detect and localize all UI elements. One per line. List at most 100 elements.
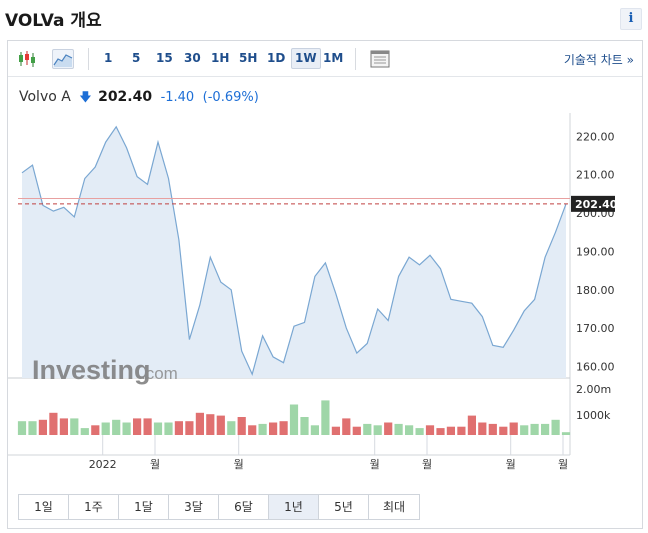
volume-bar <box>279 421 288 435</box>
y-tick-label: 170.00 <box>576 322 615 335</box>
volume-bar <box>185 421 194 435</box>
y-tick-label: 210.00 <box>576 169 615 182</box>
y-tick-label: 180.00 <box>576 284 615 297</box>
volume-bar <box>446 426 455 435</box>
volume-bar <box>38 419 47 435</box>
price-change: -1.40 <box>160 90 195 105</box>
interval-1[interactable]: 1 <box>101 48 115 69</box>
interval-1w[interactable]: 1W <box>291 48 321 69</box>
technical-chart-link[interactable]: 기술적 차트 » <box>564 51 634 68</box>
x-tick-label: 2022 <box>89 458 117 471</box>
watermark-suffix: .com <box>141 364 178 383</box>
volume-bar <box>91 425 100 435</box>
volume-bar <box>478 422 487 435</box>
x-tick-label: 월 <box>234 458 244 471</box>
interval-1m[interactable]: 1M <box>320 48 346 69</box>
volume-bar <box>541 423 550 435</box>
volume-bar <box>49 412 58 435</box>
volume-bar <box>101 422 110 435</box>
x-tick-label: 월 <box>370 458 380 471</box>
interval-5[interactable]: 5 <box>129 48 143 69</box>
price-chart[interactable]: Investing.com 220.00210.00200.00190.0018… <box>8 113 642 489</box>
x-tick-label: 월 <box>422 458 432 471</box>
volume-bar <box>122 422 131 435</box>
volume-bar <box>28 421 37 435</box>
price-change-percent: (-0.69%) <box>202 90 259 105</box>
volume-bar <box>153 422 163 435</box>
range-1m[interactable]: 1달 <box>119 495 169 519</box>
volume-bar <box>195 412 204 435</box>
volume-bar <box>551 419 560 435</box>
volume-bar <box>237 417 246 435</box>
y-tick-label: 190.00 <box>576 245 615 258</box>
interval-1d[interactable]: 1D <box>264 48 288 69</box>
watermark-text: Investing <box>32 355 151 385</box>
range-6m[interactable]: 6달 <box>219 495 269 519</box>
page-title: VOLVa 개요 <box>5 11 102 31</box>
volume-bar <box>206 414 215 435</box>
volume-bar <box>499 426 508 435</box>
area-chart-icon[interactable] <box>52 49 74 69</box>
current-price-label: 202.40 <box>575 198 618 211</box>
volume-bar <box>467 415 476 435</box>
x-tick-label: 월 <box>558 458 568 471</box>
chart-toolbar: 1 5 15 30 1H 5H 1D 1W 1M 기술적 차트 » <box>8 41 642 77</box>
interval-30[interactable]: 30 <box>181 48 204 69</box>
info-icon[interactable]: i <box>620 8 642 30</box>
volume-bar <box>310 425 319 435</box>
range-3m[interactable]: 3달 <box>169 495 219 519</box>
toolbar-divider <box>88 48 89 70</box>
layout-icon[interactable] <box>369 49 391 69</box>
volume-bar <box>70 418 79 435</box>
volume-bar <box>143 418 152 435</box>
volume-bar <box>300 417 309 435</box>
volume-bar <box>164 422 173 435</box>
interval-1h[interactable]: 1H <box>208 48 232 69</box>
volume-bar <box>509 422 518 435</box>
chart-panel: 1 5 15 30 1H 5H 1D 1W 1M 기술적 차트 » Volvo … <box>7 40 643 529</box>
candlestick-icon[interactable] <box>16 49 38 69</box>
range-5y[interactable]: 5년 <box>319 495 369 519</box>
volume-bar <box>321 400 330 435</box>
volume-bar <box>415 428 424 435</box>
volume-bar <box>384 422 393 435</box>
volume-bar <box>488 423 497 435</box>
x-tick-label: 월 <box>150 458 160 471</box>
volume-bar <box>373 425 382 435</box>
volume-bar <box>530 423 539 435</box>
volume-bar <box>520 425 529 435</box>
range-1w[interactable]: 1주 <box>69 495 119 519</box>
volume-bar <box>405 425 414 435</box>
volume-bar <box>133 418 142 435</box>
range-1y[interactable]: 1년 <box>269 495 319 519</box>
volume-bar <box>216 415 225 435</box>
range-1d[interactable]: 1일 <box>19 495 69 519</box>
instrument-name: Volvo A <box>19 89 71 105</box>
interval-5h[interactable]: 5H <box>236 48 260 69</box>
volume-tick-label: 2.00m <box>576 383 611 396</box>
x-tick-label: 월 <box>506 458 516 471</box>
volume-bar <box>269 422 278 435</box>
quote-summary: Volvo A 🡇 202.40 -1.40 (-0.69%) <box>19 88 259 109</box>
volume-bar <box>436 428 445 435</box>
interval-15[interactable]: 15 <box>153 48 176 69</box>
volume-bar <box>457 426 466 435</box>
volume-bar <box>227 421 236 435</box>
volume-bar <box>289 404 299 435</box>
volume-bar <box>425 425 435 435</box>
volume-bar <box>342 418 351 435</box>
time-range-selector: 1일 1주 1달 3달 6달 1년 5년 최대 <box>18 494 420 520</box>
y-tick-label: 220.00 <box>576 130 615 143</box>
toolbar-divider <box>355 48 356 70</box>
volume-bar <box>352 426 361 435</box>
volume-bar <box>561 432 571 435</box>
y-tick-label: 160.00 <box>576 360 615 373</box>
volume-bar <box>80 428 89 435</box>
volume-tick-label: 1000k <box>576 409 611 422</box>
volume-bar <box>59 418 68 435</box>
last-price: 202.40 <box>98 89 153 105</box>
volume-bar <box>394 423 403 435</box>
range-max[interactable]: 최대 <box>369 495 419 519</box>
down-arrow-icon: 🡇 <box>79 90 92 104</box>
volume-bar <box>112 419 121 435</box>
